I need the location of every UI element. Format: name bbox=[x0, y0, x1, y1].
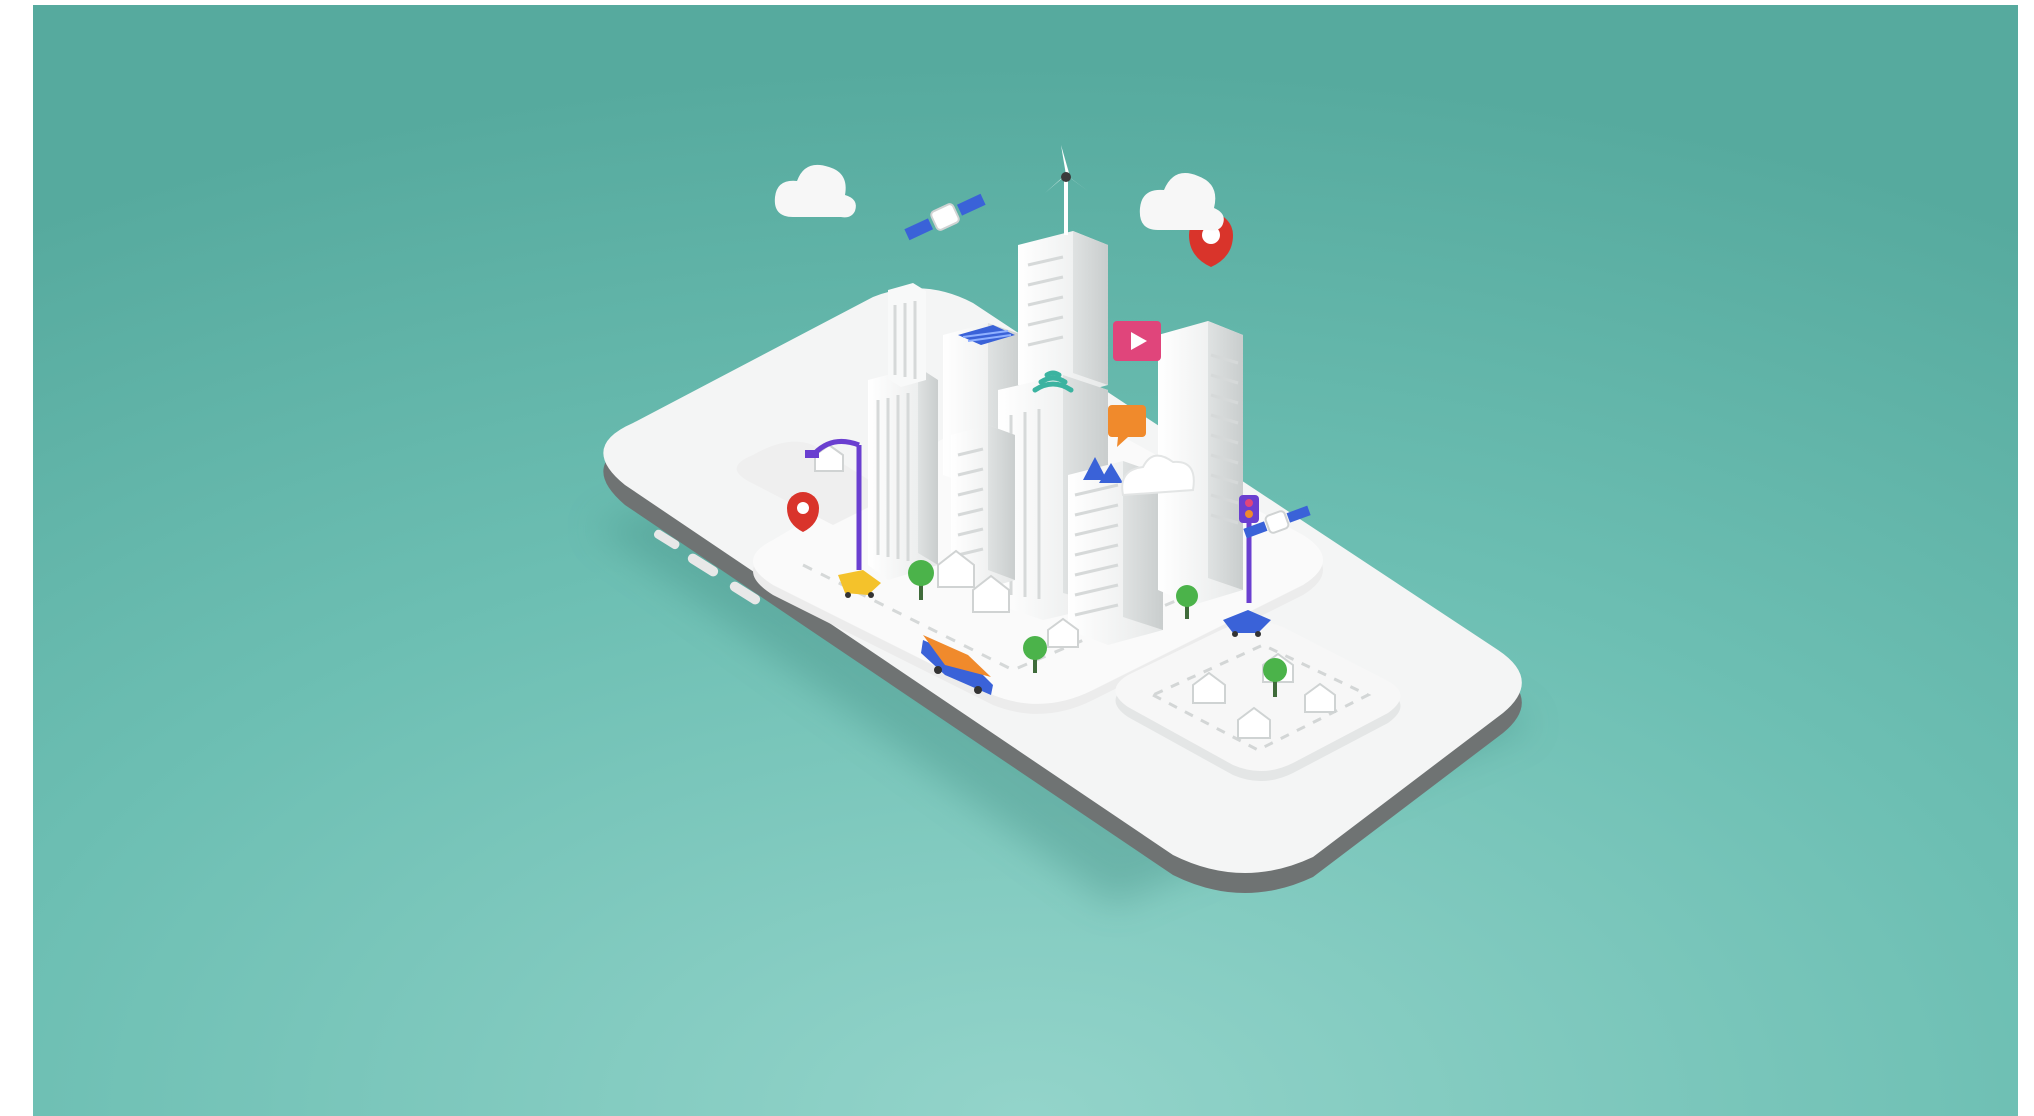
play-icon bbox=[1113, 321, 1161, 361]
smart-city-illustration bbox=[33, 5, 2018, 1116]
scene-frame bbox=[33, 5, 2018, 1116]
